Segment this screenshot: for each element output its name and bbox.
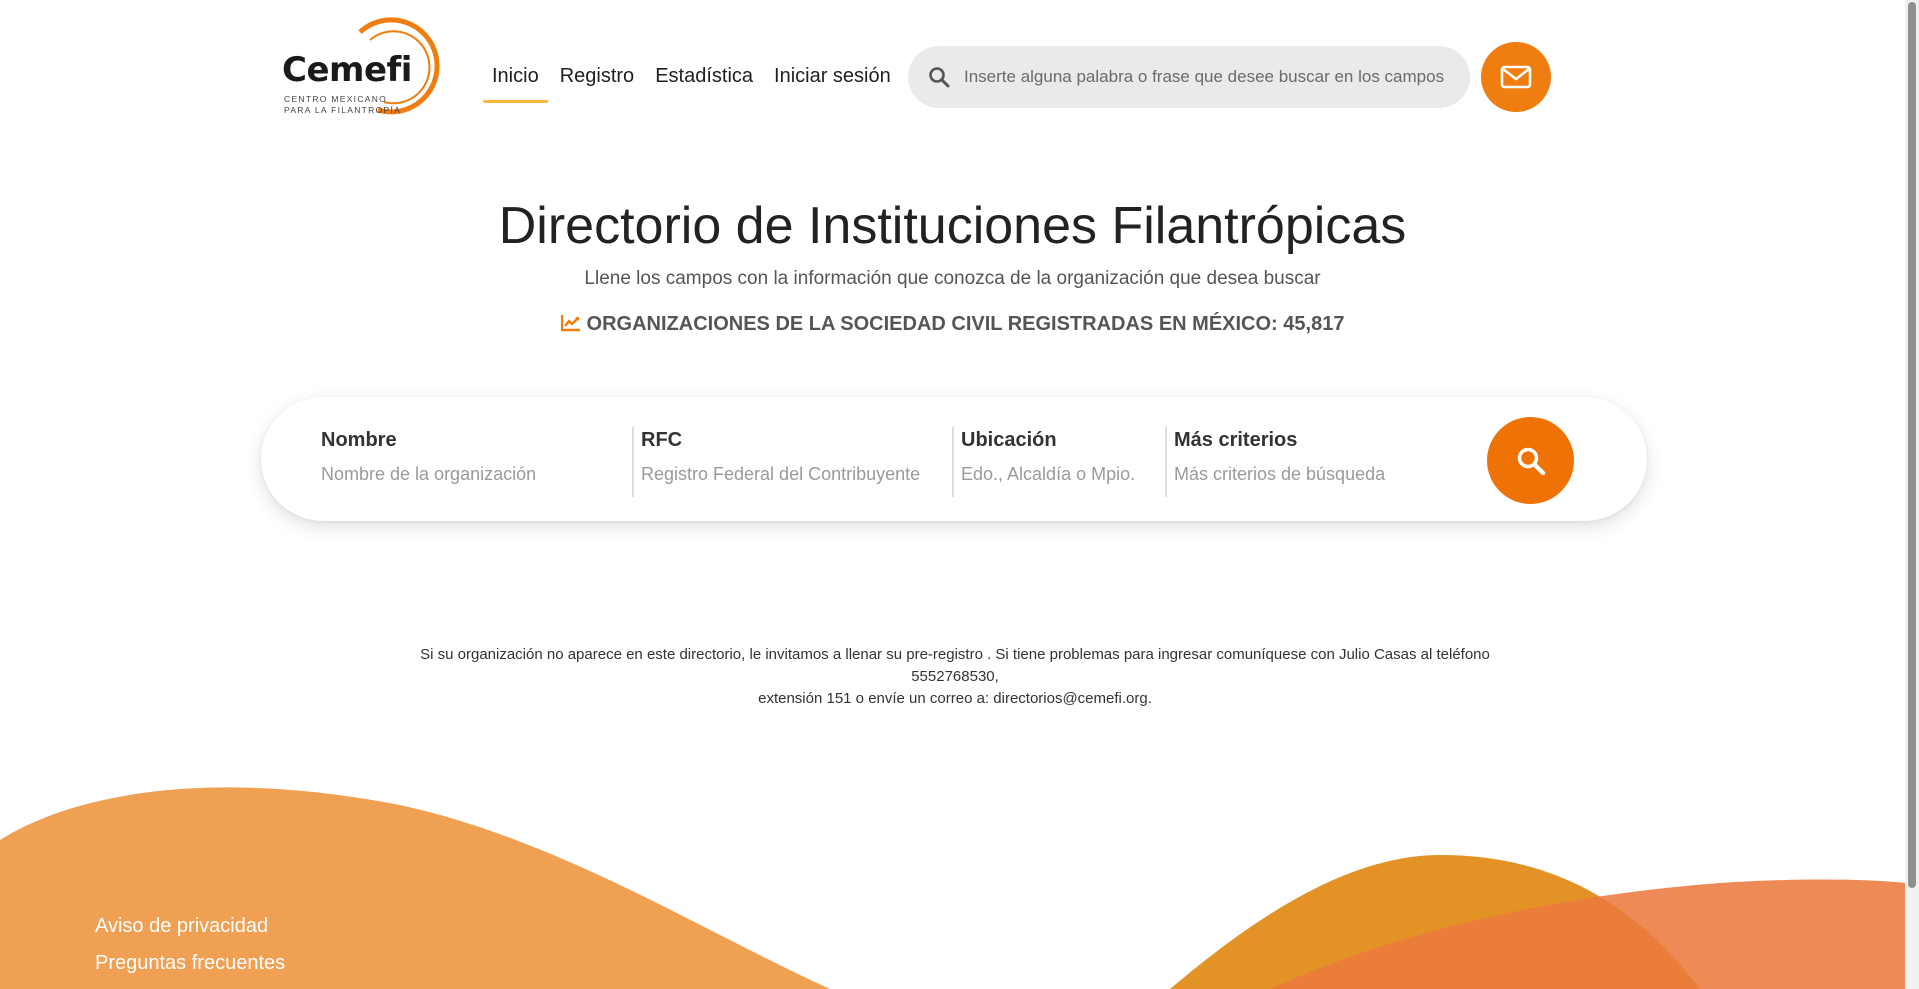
nav-item-iniciar-sesion[interactable]: Iniciar sesión (774, 62, 891, 90)
contact-mail-button[interactable] (1481, 42, 1551, 112)
nav-item-registro[interactable]: Registro (560, 62, 634, 90)
rfc-input[interactable] (641, 464, 941, 485)
cemefi-logo[interactable]: Cemefi CENTRO MEXICANO PARA LA FILANTROP… (280, 14, 445, 120)
nav-item-estadistica[interactable]: Estadística (655, 62, 753, 90)
field-rfc: RFC (641, 429, 941, 499)
field-nombre-label: Nombre (321, 429, 397, 451)
chart-line-icon (560, 315, 580, 332)
field-nombre: Nombre (321, 429, 611, 499)
footer-waves (0, 787, 1905, 989)
help-text-line2: extensión 151 o envíe un correo a: direc… (758, 690, 1152, 707)
logo-subtitle-line1: CENTRO MEXICANO (284, 94, 388, 104)
registered-orgs-text: ORGANIZACIONES DE LA SOCIEDAD CIVIL REGI… (586, 313, 1345, 335)
envelope-icon (1500, 65, 1532, 89)
logo-wordmark: Cemefi (282, 50, 412, 90)
field-rfc-label: RFC (641, 429, 683, 451)
field-mas-criterios-label: Más criterios (1174, 429, 1298, 451)
privacy-notice-link[interactable]: Aviso de privacidad (95, 908, 285, 945)
registration-help-text: Si su organización no aparece en este di… (380, 644, 1530, 710)
page-title: Directorio de Instituciones Filantrópica… (498, 197, 1407, 255)
registered-orgs-stat: ORGANIZACIONES DE LA SOCIEDAD CIVIL REGI… (0, 313, 1905, 336)
field-divider (632, 427, 634, 497)
faq-link[interactable]: Preguntas frecuentes (95, 945, 285, 982)
logo-subtitle-line2: PARA LA FILANTROPÍA (284, 105, 402, 115)
nav-item-inicio[interactable]: Inicio (483, 62, 548, 103)
page-subtitle: Llene los campos con la información que … (584, 268, 1321, 289)
field-ubicacion: Ubicación (961, 429, 1161, 499)
nombre-input[interactable] (321, 464, 611, 485)
main-nav: Inicio Registro Estadística Iniciar sesi… (483, 62, 912, 103)
field-ubicacion-label: Ubicación (961, 429, 1057, 451)
field-divider (952, 427, 954, 497)
search-submit-button[interactable] (1487, 417, 1574, 504)
scrollbar-thumb[interactable] (1908, 2, 1916, 888)
site-header: Cemefi CENTRO MEXICANO PARA LA FILANTROP… (0, 0, 1905, 130)
ubicacion-input[interactable] (961, 464, 1161, 485)
search-icon (1517, 447, 1545, 475)
header-search-bar (908, 46, 1470, 108)
mas-criterios-input[interactable] (1174, 464, 1444, 485)
field-mas-criterios: Más criterios (1174, 429, 1444, 499)
page-scrollbar[interactable] (1905, 0, 1919, 989)
search-icon (929, 67, 950, 88)
help-text-line1: Si su organización no aparece en este di… (420, 646, 1490, 685)
header-search-input[interactable] (964, 46, 1454, 108)
logo-subtitle: CENTRO MEXICANO PARA LA FILANTROPÍA (284, 94, 401, 116)
directory-search-form: Nombre RFC Ubicación Más criterios (261, 397, 1647, 521)
footer-links: Aviso de privacidad Preguntas frecuentes (95, 908, 285, 982)
field-divider (1165, 427, 1167, 497)
